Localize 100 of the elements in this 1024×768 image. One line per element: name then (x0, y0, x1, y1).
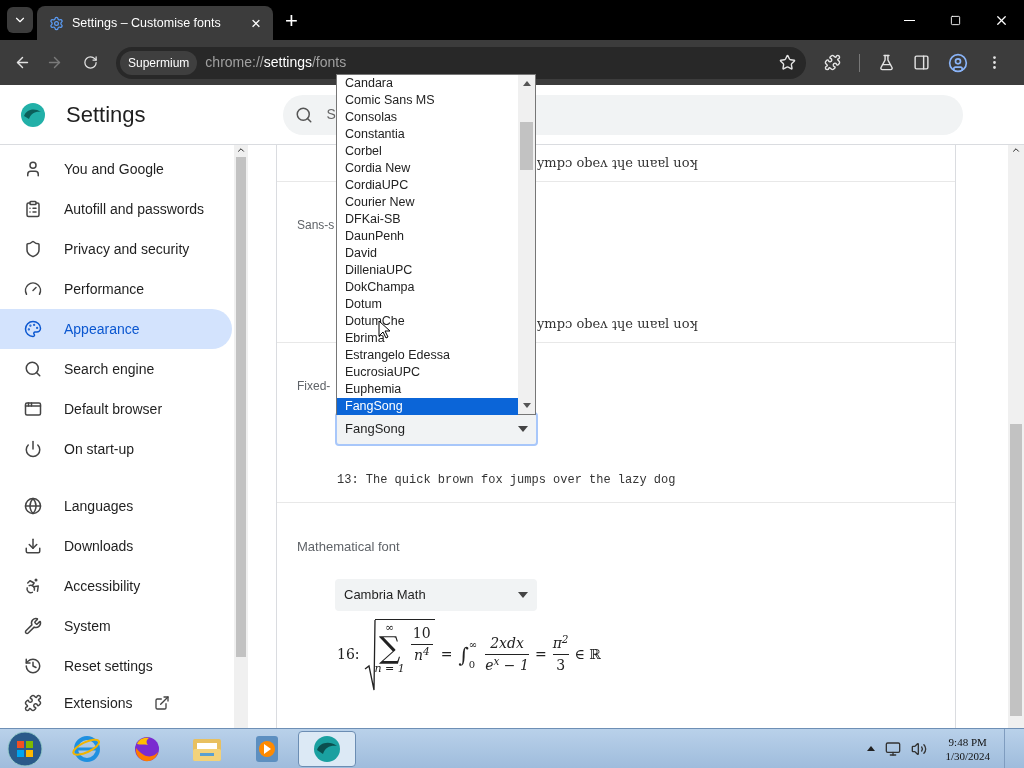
sidebar-item[interactable]: Reset settings (0, 646, 232, 686)
puzzle-icon[interactable] (824, 54, 841, 71)
dropdown-option[interactable]: FangSong (337, 398, 518, 415)
dropdown-option[interactable]: Ebrima (337, 330, 518, 347)
dropdown-option[interactable]: Courier New (337, 194, 518, 211)
sidebar-item[interactable]: Accessibility (0, 566, 232, 606)
minimize-icon (903, 19, 915, 21)
sidebar-label: Languages (64, 496, 134, 516)
scroll-thumb[interactable] (1010, 424, 1022, 716)
formula-label: 16: (337, 645, 360, 664)
sidebar-label: Downloads (64, 536, 134, 556)
integral-limit: 0 (468, 659, 477, 670)
profile-icon[interactable] (948, 52, 968, 73)
sidebar-label: Appearance (64, 319, 140, 339)
dropdown-option[interactable]: DilleniaUPC (337, 262, 518, 279)
sidebar-item[interactable]: Appearance (0, 309, 232, 349)
dropdown-option[interactable]: Consolas (337, 109, 518, 126)
sidebar-label: Search engine (64, 359, 155, 379)
sidebar-label: Privacy and security (64, 239, 190, 259)
sum-symbol: ∑ (378, 632, 401, 663)
sidebar-item[interactable]: Downloads (0, 526, 232, 566)
dropdown-scrollbar[interactable] (518, 75, 535, 414)
tab-close-button[interactable]: × (251, 14, 261, 32)
scroll-up-icon (236, 145, 246, 155)
page-scrollbar[interactable] (1008, 145, 1024, 728)
dropdown-option[interactable]: DFKai-SB (337, 211, 518, 228)
start-button[interactable] (6, 729, 44, 768)
url-text: chrome://settings/fonts (205, 53, 347, 72)
dropdown-option[interactable]: Comic Sans MS (337, 92, 518, 109)
font-sample: ympɔ obeʌ ʇɥe ɯɐɐl uoʞ (537, 154, 698, 173)
sidebar-item[interactable]: Languages (0, 486, 232, 526)
media-player-icon (254, 733, 280, 764)
sidebar-item[interactable]: Performance (0, 269, 232, 309)
scroll-up-icon (522, 81, 531, 86)
sidebar-scrollbar[interactable] (234, 145, 248, 728)
font-sample: 13: The quick brown fox jumps over the lazy dog (337, 472, 677, 489)
fraction-denominator: 3 (556, 656, 566, 675)
formula-tail: ∈ ℝ (574, 645, 601, 664)
select-value: Cambria Math (344, 585, 426, 604)
sidebar-item[interactable]: Extensions (0, 686, 232, 720)
tab-search-button[interactable] (7, 7, 33, 33)
section-label: Sans-s (297, 217, 335, 234)
sidebar-item[interactable]: Search engine (0, 349, 232, 389)
sidebar-item[interactable]: Autofill and passwords (0, 189, 232, 229)
dropdown-option[interactable]: Corbel (337, 143, 518, 160)
network-icon[interactable] (885, 740, 902, 757)
integral-limit: ∞ (468, 639, 478, 650)
font-select[interactable]: Cambria Math (335, 578, 537, 611)
clock-date: 1/30/2024 (945, 748, 990, 763)
sidebar-label: On start-up (64, 439, 135, 459)
taskbar-app-button[interactable] (298, 730, 356, 767)
sidebar-item[interactable]: System (0, 606, 232, 646)
dropdown-option[interactable]: CordiaUPC (337, 177, 518, 194)
site-chip[interactable]: Supermium (120, 50, 198, 75)
fraction-numerator: π$^{2}$ (552, 633, 569, 653)
sidebar-item[interactable]: On start-up (0, 429, 232, 469)
dropdown-option[interactable]: Estrangelo Edessa (337, 347, 518, 364)
settings-title: Settings (66, 101, 146, 129)
scroll-thumb[interactable] (520, 122, 533, 170)
scroll-thumb[interactable] (236, 157, 246, 657)
fraction-numerator: 2xdx (490, 634, 524, 653)
dropdown-option[interactable]: Euphemia (337, 381, 518, 398)
external-link-icon (154, 695, 171, 711)
sidebar-item[interactable]: Privacy and security (0, 229, 232, 269)
sidebar-label: Autofill and passwords (64, 199, 205, 219)
clipboard-icon (24, 200, 42, 218)
sidebar-label: Extensions (64, 693, 133, 713)
dropdown-option[interactable]: Dotum (337, 296, 518, 313)
new-tab-button[interactable]: + (285, 10, 298, 32)
dropdown-option[interactable]: EucrosiaUPC (337, 364, 518, 381)
sidebar-item[interactable]: You and Google (0, 149, 232, 189)
integral-sign: ∫ (458, 641, 469, 667)
dropdown-option[interactable]: Cordia New (337, 160, 518, 177)
app-logo-icon (311, 733, 343, 764)
clock-time: 9:48 PM (948, 734, 987, 749)
scroll-up-icon (1011, 145, 1021, 155)
side-panel-icon[interactable] (913, 54, 930, 71)
caret-icon (518, 426, 528, 432)
tab-title: Settings – Customise fonts (72, 14, 222, 32)
sidebar-item[interactable]: Default browser (0, 389, 232, 429)
search-icon (294, 105, 313, 124)
fraction-numerator: 10 (411, 624, 432, 643)
sidebar-label: System (64, 616, 111, 636)
search-icon (24, 360, 42, 378)
history-icon (24, 657, 42, 675)
gauge-icon (24, 280, 42, 298)
section-label: Mathematical font (297, 538, 401, 556)
dropdown-option[interactable]: DaunPenh (337, 228, 518, 245)
bookmark-star-icon[interactable] (779, 54, 796, 71)
dropdown-option[interactable]: DokChampa (337, 279, 518, 296)
equals-sign: = (440, 645, 453, 664)
dropdown-option[interactable]: David (337, 245, 518, 262)
browser-tab[interactable]: Settings – Customise fonts × (37, 6, 273, 40)
power-icon (24, 440, 42, 458)
puzzle-icon (24, 694, 42, 712)
address-bar[interactable]: Supermium chrome://settings/fonts (116, 46, 806, 79)
section-label: Fixed- (297, 378, 331, 395)
fraction-denominator: n$^{4}$ (413, 645, 430, 665)
dropdown-option[interactable]: DotumChe (337, 313, 518, 330)
flask-icon[interactable] (878, 54, 895, 71)
